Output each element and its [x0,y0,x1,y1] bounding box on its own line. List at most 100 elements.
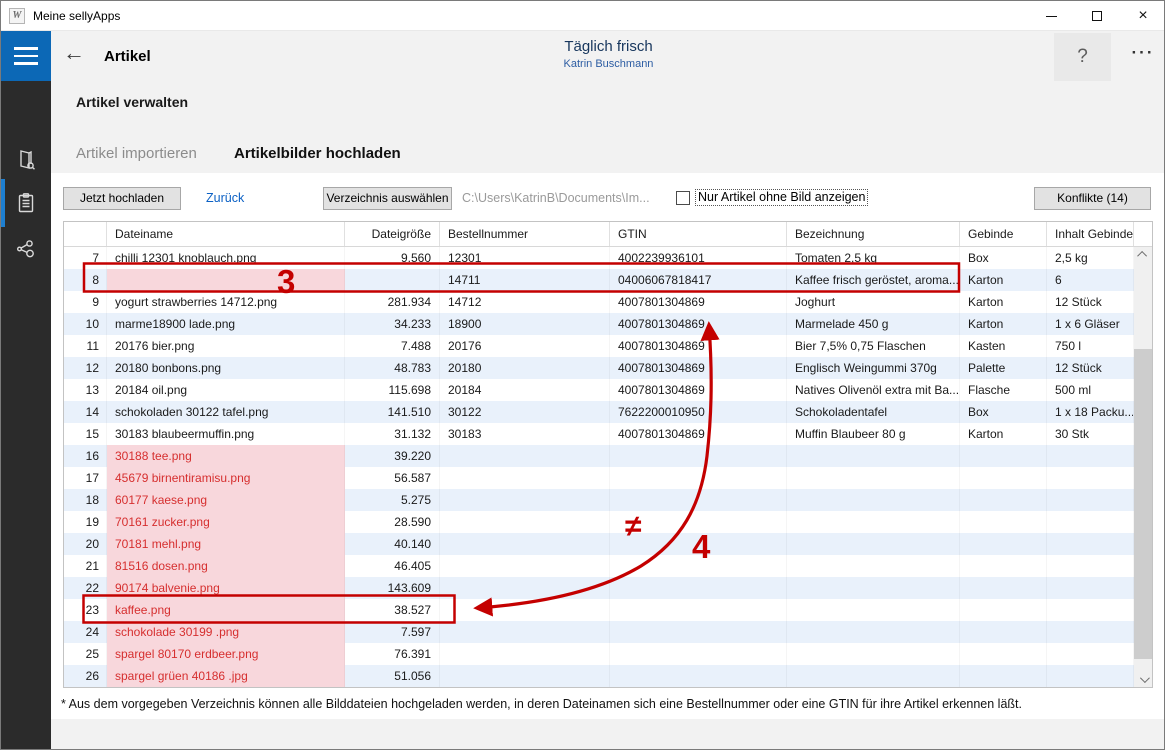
cell-order: 20180 [440,357,610,379]
table-row[interactable]: 9yogurt strawberries 14712.png281.934147… [64,291,1152,313]
scrollbar-thumb[interactable] [1134,349,1152,659]
column-header-name[interactable]: Bezeichnung [787,222,960,246]
table-row[interactable]: 25spargel 80170 erdbeer.png76.391 [64,643,1152,665]
cell-file: 20176 bier.png [107,335,345,357]
cell-unit [960,467,1047,489]
close-button[interactable]: × [1120,1,1165,31]
cell-num: 16 [64,445,107,467]
scroll-down-button[interactable] [1134,672,1152,687]
cell-file: 20184 oil.png [107,379,345,401]
cell-gtin [610,445,787,467]
cell-content [1047,643,1134,665]
zurueck-link[interactable]: Zurück [206,191,244,205]
table-row[interactable]: 14schokoladen 30122 tafel.png141.5103012… [64,401,1152,423]
cell-name [787,599,960,621]
cell-size: 40.140 [345,533,440,555]
table-row[interactable]: 1970161 zucker.png28.590 [64,511,1152,533]
cell-num: 23 [64,599,107,621]
cell-file [107,269,345,291]
conflicts-button[interactable]: Konflikte (14) [1034,187,1151,210]
cell-order [440,577,610,599]
column-header-file[interactable]: Dateiname [107,222,345,246]
cell-content: 6 [1047,269,1134,291]
cell-num: 8 [64,269,107,291]
column-header-content[interactable]: Inhalt Gebinde [1047,222,1134,246]
cell-file: schokoladen 30122 tafel.png [107,401,345,423]
cell-gtin: 4002239936101 [610,247,787,269]
cell-order [440,489,610,511]
vertical-scrollbar[interactable] [1134,247,1152,687]
back-arrow-icon[interactable]: ← [63,42,85,64]
choose-directory-button[interactable]: Verzeichnis auswählen [323,187,452,210]
articles-table: DateinameDateigrößeBestellnummerGTINBeze… [63,221,1153,688]
cell-file: chilli 12301 knoblauch.png [107,247,345,269]
upload-now-button[interactable]: Jetzt hochladen [63,187,181,210]
cell-file: yogurt strawberries 14712.png [107,291,345,313]
cell-num: 15 [64,423,107,445]
cell-size: 281.934 [345,291,440,313]
table-row[interactable]: 26spargel grüen 40186 .jpg51.056 [64,665,1152,687]
table-row[interactable]: 10marme18900 lade.png34.2331890040078013… [64,313,1152,335]
table-row[interactable]: 1630188 tee.png39.220 [64,445,1152,467]
table-row[interactable]: 1530183 blaubeermuffin.png31.13230183400… [64,423,1152,445]
cell-gtin [610,489,787,511]
sidebar-item-share[interactable] [1,225,51,273]
table-row[interactable]: 1320184 oil.png115.698201844007801304869… [64,379,1152,401]
cell-num: 9 [64,291,107,313]
sidebar [1,81,51,750]
cell-gtin: 4007801304869 [610,357,787,379]
bottom-strip [51,719,1165,750]
sidebar-item-article-search[interactable] [1,136,51,184]
cell-order [440,665,610,687]
cell-order [440,621,610,643]
cell-order [440,467,610,489]
table-row[interactable]: 2290174 balvenie.png143.609 [64,577,1152,599]
cell-gtin: 4007801304869 [610,423,787,445]
cell-name [787,489,960,511]
table-row[interactable]: 1120176 bier.png7.488201764007801304869B… [64,335,1152,357]
column-header-unit[interactable]: Gebinde [960,222,1047,246]
maximize-button[interactable] [1074,1,1120,31]
hamburger-menu-button[interactable] [1,31,51,81]
table-row[interactable]: 24schokolade 30199 .png7.597 [64,621,1152,643]
column-header-size[interactable]: Dateigröße [345,222,440,246]
table-row[interactable]: 23kaffee.png38.527 [64,599,1152,621]
only-without-image-label[interactable]: Nur Artikel ohne Bild anzeigen [695,189,868,206]
cell-name [787,621,960,643]
cell-file: 45679 birnentiramisu.png [107,467,345,489]
cell-order [440,643,610,665]
footnote-text: * Aus dem vorgegeben Verzeichnis können … [61,697,1022,711]
table-row[interactable]: 1220180 bonbons.png48.783201804007801304… [64,357,1152,379]
table-row[interactable]: 7chilli 12301 knoblauch.png9.56012301400… [64,247,1152,269]
cell-unit [960,489,1047,511]
more-options-button[interactable]: ··· [1123,43,1163,67]
cell-name: Bier 7,5% 0,75 Flaschen [787,335,960,357]
scroll-up-button[interactable] [1134,247,1152,262]
table-row[interactable]: 2181516 dosen.png46.405 [64,555,1152,577]
column-header-row-number[interactable] [64,222,107,246]
column-header-order[interactable]: Bestellnummer [440,222,610,246]
minimize-button[interactable] [1028,1,1074,31]
cell-num: 22 [64,577,107,599]
cell-name: Kaffee frisch geröstet, aroma... [787,269,960,291]
cell-size: 38.527 [345,599,440,621]
table-row[interactable]: 2070181 mehl.png40.140 [64,533,1152,555]
cell-file: 30188 tee.png [107,445,345,467]
cell-gtin [610,665,787,687]
table-row[interactable]: 1745679 birnentiramisu.png56.587 [64,467,1152,489]
column-header-gtin[interactable]: GTIN [610,222,787,246]
cell-name [787,643,960,665]
cell-size: 48.783 [345,357,440,379]
help-button[interactable]: ? [1054,33,1111,81]
cell-unit [960,643,1047,665]
table-row[interactable]: 1860177 kaese.png5.275 [64,489,1152,511]
cell-name: Schokoladentafel [787,401,960,423]
tab-artikelbilder-hochladen[interactable]: Artikelbilder hochladen [234,145,401,162]
cell-content: 750 l [1047,335,1134,357]
sidebar-item-article-manage[interactable] [1,179,51,227]
tab-artikel-importieren[interactable]: Artikel importieren [76,145,197,162]
only-without-image-checkbox[interactable] [676,191,690,205]
minimize-icon [1046,16,1057,17]
cell-content [1047,577,1134,599]
table-row[interactable]: 81471104006067818417Kaffee frisch geröst… [64,269,1152,291]
